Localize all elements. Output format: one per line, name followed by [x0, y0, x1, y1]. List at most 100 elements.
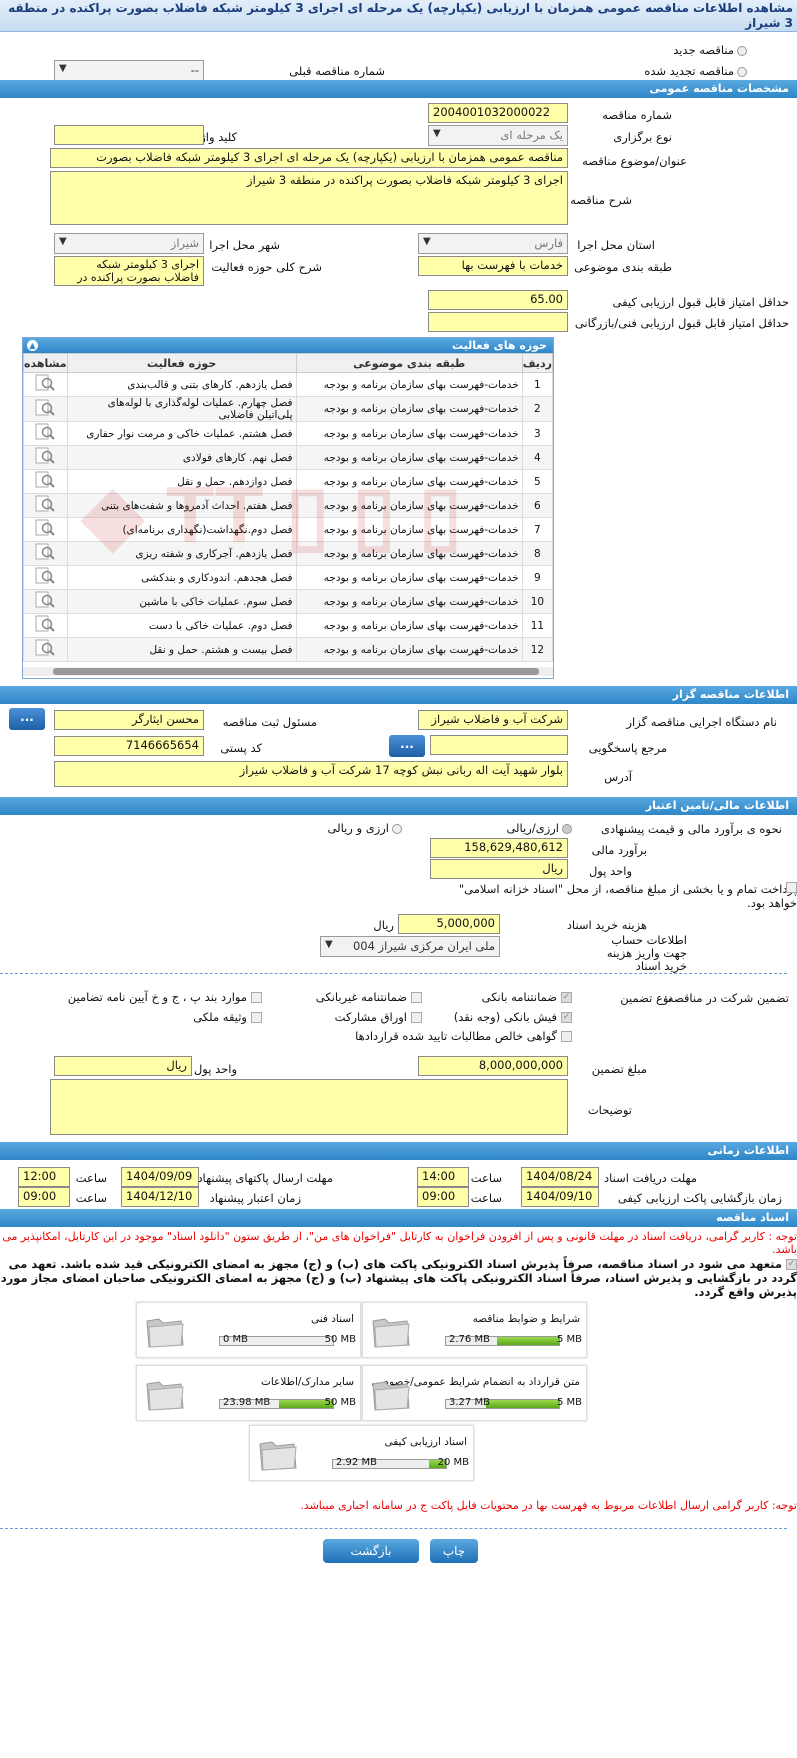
row-number: 10: [521, 589, 553, 614]
view-icon[interactable]: [23, 421, 68, 446]
row-number: 1: [521, 372, 553, 397]
view-icon[interactable]: [23, 493, 68, 518]
file-card[interactable]: شرایط و ضوابط مناقصه 5 MB 2.76 MB: [362, 1302, 587, 1358]
islamic-checkbox[interactable]: [786, 882, 797, 893]
send-date: 1404/09/09: [121, 1167, 199, 1187]
folder-icon: [372, 1318, 410, 1348]
currency-field: ریال: [430, 859, 568, 879]
renewal-tender-radio[interactable]: مناقصه تجدید شده: [644, 64, 747, 78]
prev-number-select[interactable]: -- ▼: [54, 60, 204, 81]
folder-icon: [146, 1381, 184, 1411]
guarantee-bonds[interactable]: اوراق مشارکت: [335, 1010, 422, 1024]
finance-section-header: اطلاعات مالی/تامین اعتبار: [0, 797, 797, 815]
guarantee-claims-label: گواهی خالص مطالبات تایید شده قراردادها: [355, 1029, 557, 1043]
collapse-icon[interactable]: ▲: [27, 340, 38, 351]
view-icon[interactable]: [23, 565, 68, 590]
back-button[interactable]: بازگشت: [323, 1539, 419, 1563]
time-label: ساعت: [470, 1191, 502, 1205]
table-row: 7 خدمات-فهرست بهای سازمان برنامه و بودجه ف…: [23, 517, 553, 542]
doc-fee-label: هزینه خرید اسناد: [566, 918, 647, 932]
guarantee-cash[interactable]: ✓فیش بانکی (وجه نقد): [454, 1010, 572, 1024]
category-field: خدمات با فهرست بها: [418, 256, 568, 276]
row-activity: فصل دوازدهم. حمل و نقل: [66, 469, 297, 494]
print-button[interactable]: چاپ: [430, 1539, 478, 1563]
file-card[interactable]: اسناد فنی 50 MB 0 MB: [136, 1302, 361, 1358]
file-max-size: 50 MB: [324, 1334, 356, 1345]
row-activity: فصل یازدهم. کارهای بتنی و قالب‌بندی: [66, 372, 297, 397]
row-number: 9: [521, 565, 553, 590]
city-select[interactable]: شیراز ▼: [54, 233, 204, 254]
file-card[interactable]: اسناد ارزیابی کیفی 20 MB 2.92 MB: [249, 1425, 474, 1481]
guarantee-nonbank[interactable]: ضمانتنامه غیربانکی: [316, 990, 422, 1004]
file-card[interactable]: متن قرارداد به انضمام شرایط عمومی/خصوصی 5…: [362, 1365, 587, 1421]
currency-label: واحد پول: [588, 864, 632, 878]
new-tender-radio[interactable]: مناقصه جدید: [673, 43, 747, 57]
row-activity: فصل هجدهم. اندودکاری و بندکشی: [66, 565, 297, 590]
desc-field: اجرای 3 کیلومتر شبکه فاضلاب بصورت پراکند…: [50, 171, 568, 225]
view-icon[interactable]: [23, 469, 68, 494]
activity-label: شرح کلی حوزه فعالیت: [211, 260, 322, 274]
view-icon[interactable]: [23, 445, 68, 470]
chevron-down-icon: ▼: [325, 939, 333, 950]
ref-more-button[interactable]: ...: [389, 735, 425, 757]
organizer-section-header: اطلاعات مناقصه گزار: [0, 686, 797, 704]
view-icon[interactable]: [23, 396, 68, 422]
row-number: 12: [521, 637, 553, 662]
min-tech-field: [428, 312, 568, 332]
file-size: 23.98 MB: [223, 1397, 271, 1408]
activity-panel-header: حوزه های فعالیت ▲: [23, 338, 553, 353]
file-card[interactable]: سایر مدارک/اطلاعات 50 MB 23.98 MB: [136, 1365, 361, 1421]
chevron-down-icon: ▼: [59, 63, 67, 74]
horizontal-scrollbar[interactable]: [23, 667, 553, 676]
table-row: 9 خدمات-فهرست بهای سازمان برنامه و بودجه ف…: [23, 565, 553, 590]
row-activity: فصل چهارم. عملیات لوله‌گذاری با لوله‌های…: [66, 396, 297, 422]
account-label: اطلاعات حساب جهت واریز هزینه خرید اسناد: [606, 933, 687, 973]
row-category: خدمات-فهرست بهای سازمان برنامه و بودجه: [295, 469, 523, 494]
view-icon[interactable]: [23, 589, 68, 614]
view-icon[interactable]: [23, 613, 68, 638]
row-category: خدمات-فهرست بهای سازمان برنامه و بودجه: [295, 421, 523, 446]
view-icon[interactable]: [23, 541, 68, 566]
row-category: خدمات-فهرست بهای سازمان برنامه و بودجه: [295, 541, 523, 566]
row-category: خدمات-فهرست بهای سازمان برنامه و بودجه: [295, 372, 523, 397]
method-option-1[interactable]: ارزی/ریالی: [506, 821, 572, 835]
org-label: نام دستگاه اجرایی مناقصه گزار: [626, 715, 777, 729]
officer-more-button[interactable]: ...: [9, 708, 45, 730]
table-row: 11 خدمات-فهرست بهای سازمان برنامه و بودجه…: [23, 613, 553, 638]
view-icon[interactable]: [23, 372, 68, 397]
guarantee-amount-field: 8,000,000,000: [418, 1056, 568, 1076]
address-label: آدرس: [604, 770, 632, 784]
folder-icon: [146, 1318, 184, 1348]
guarantee-claims[interactable]: گواهی خالص مطالبات تایید شده قراردادها: [355, 1029, 572, 1043]
view-icon[interactable]: [23, 637, 68, 662]
row-number: 7: [521, 517, 553, 542]
row-activity: فصل دوم. عملیات خاکی با دست: [66, 613, 297, 638]
min-tech-label: حداقل امتیاز قابل قبول ارزیابی فنی/بازرگ…: [574, 316, 789, 330]
guarantee-clauses[interactable]: موارد بند پ ، ج و خ آیین نامه تضامین: [68, 990, 262, 1004]
city-label: شهر محل اجرا: [209, 238, 280, 252]
row-category: خدمات-فهرست بهای سازمان برنامه و بودجه: [295, 493, 523, 518]
ref-label: مرجع پاسخگویی: [588, 741, 667, 755]
row-category: خدمات-فهرست بهای سازمان برنامه و بودجه: [295, 637, 523, 662]
method-option-2[interactable]: ارزی و ریالی: [327, 821, 402, 835]
guarantee-bank[interactable]: ✓ضمانتنامه بانکی: [482, 990, 572, 1004]
time-label: ساعت: [75, 1191, 107, 1205]
row-category: خدمات-فهرست بهای سازمان برنامه و بودجه: [295, 565, 523, 590]
table-row: 3 خدمات-فهرست بهای سازمان برنامه و بودجه ف…: [23, 421, 553, 446]
row-activity: فصل نهم. کارهای فولادی: [66, 445, 297, 470]
guarantee-property[interactable]: وثیقه ملکی: [193, 1010, 262, 1024]
commit-checkbox[interactable]: ✓: [786, 1259, 797, 1270]
method-option-1-label: ارزی/ریالی: [506, 821, 559, 835]
officer-field: محسن ایثارگر: [54, 710, 204, 730]
receive-label: مهلت دریافت اسناد: [604, 1171, 697, 1185]
row-activity: فصل دوم.نگهداشت(نگهداری برنامه‌ای): [66, 517, 297, 542]
table-row: 6 خدمات-فهرست بهای سازمان برنامه و بودجه ف…: [23, 493, 553, 518]
account-select[interactable]: ملی ایران مرکزی شیراز 004 ▼: [320, 936, 500, 957]
chevron-down-icon: ▼: [433, 128, 441, 139]
province-select[interactable]: فارس ▼: [418, 233, 568, 254]
col-category: طبقه بندی موضوعی: [295, 353, 523, 373]
type-select[interactable]: یک مرحله ای ▼: [428, 125, 568, 146]
row-number: 6: [521, 493, 553, 518]
open-label: زمان بازگشایی پاکت ارزیابی کیفی: [617, 1191, 782, 1205]
view-icon[interactable]: [23, 517, 68, 542]
